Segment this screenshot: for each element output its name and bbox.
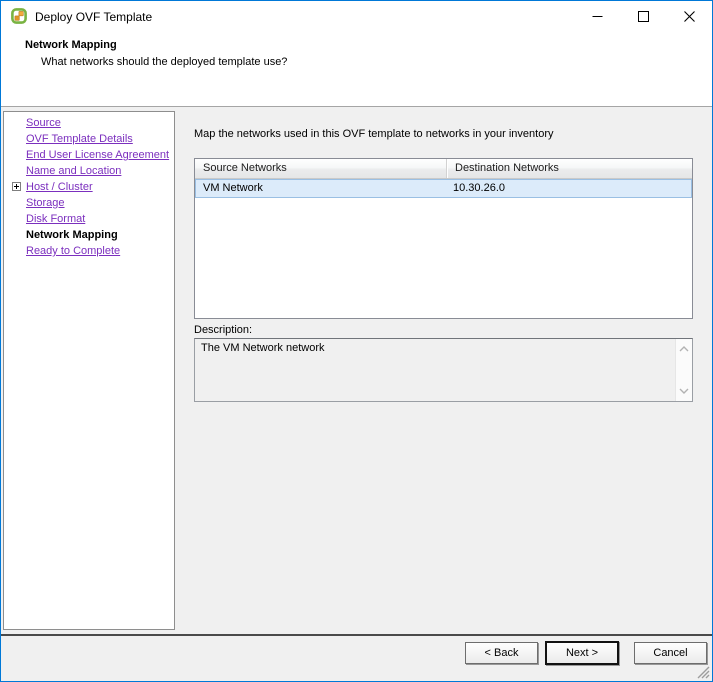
close-button[interactable] bbox=[666, 1, 712, 32]
header-separator bbox=[1, 106, 712, 107]
resize-grip-icon[interactable] bbox=[697, 666, 710, 679]
destination-network-cell: 10.30.26.0 bbox=[453, 182, 505, 194]
wizard-steps-list: Source OVF Template Details End User Lic… bbox=[4, 115, 174, 259]
sidebar-item-label: Host / Cluster bbox=[26, 181, 93, 193]
back-button[interactable]: < Back bbox=[465, 642, 538, 664]
window-title: Deploy OVF Template bbox=[35, 10, 153, 24]
footer-separator bbox=[1, 634, 712, 636]
sidebar-item-network-mapping-current: Network Mapping bbox=[26, 229, 118, 241]
description-scrollbar[interactable] bbox=[675, 339, 692, 401]
description-box[interactable]: The VM Network network bbox=[194, 338, 693, 402]
sidebar-item-ovf-template-details[interactable]: OVF Template Details bbox=[4, 131, 174, 147]
sidebar-item-host-cluster[interactable]: Host / Cluster bbox=[4, 179, 174, 195]
next-button[interactable]: Next > bbox=[545, 641, 619, 665]
sidebar-item-end-user-license-agreement[interactable]: End User License Agreement bbox=[4, 147, 174, 163]
scroll-down-icon[interactable] bbox=[679, 385, 689, 397]
description-text: The VM Network network bbox=[201, 342, 325, 354]
cancel-button[interactable]: Cancel bbox=[634, 642, 707, 664]
network-mapping-table: Source Networks Destination Networks VM … bbox=[194, 158, 693, 319]
sidebar-item-disk-format[interactable]: Disk Format bbox=[4, 211, 174, 227]
source-network-cell: VM Network bbox=[203, 182, 263, 194]
maximize-button[interactable] bbox=[620, 1, 666, 32]
wizard-header: Network Mapping What networks should the… bbox=[1, 32, 712, 106]
window-titlebar[interactable]: Deploy OVF Template bbox=[1, 1, 712, 32]
vsphere-app-icon bbox=[11, 8, 27, 24]
wizard-steps-panel: Source OVF Template Details End User Lic… bbox=[3, 111, 175, 630]
page-title: Network Mapping bbox=[25, 39, 117, 51]
table-row-vm-network[interactable]: VM Network 10.30.26.0 bbox=[195, 179, 692, 198]
sidebar-item-storage[interactable]: Storage bbox=[4, 195, 174, 211]
sidebar-item-ready-to-complete[interactable]: Ready to Complete bbox=[4, 243, 174, 259]
scroll-up-icon[interactable] bbox=[679, 343, 689, 355]
sidebar-item-name-and-location[interactable]: Name and Location bbox=[4, 163, 174, 179]
minimize-button[interactable] bbox=[574, 1, 620, 32]
window-controls bbox=[574, 1, 712, 32]
expand-plus-icon[interactable] bbox=[12, 182, 21, 191]
page-subtitle: What networks should the deployed templa… bbox=[41, 56, 288, 68]
column-header-destination-networks[interactable]: Destination Networks bbox=[446, 159, 692, 178]
minimize-icon bbox=[592, 16, 602, 17]
column-header-source-networks[interactable]: Source Networks bbox=[195, 159, 446, 178]
description-label: Description: bbox=[194, 324, 253, 336]
sidebar-item-source[interactable]: Source bbox=[4, 115, 174, 131]
deploy-ovf-template-window: Deploy OVF Template Network Mapping What… bbox=[0, 0, 713, 682]
close-icon bbox=[683, 11, 695, 22]
table-header-row: Source Networks Destination Networks bbox=[195, 159, 692, 179]
maximize-icon bbox=[637, 11, 649, 22]
mapping-instruction-text: Map the networks used in this OVF templa… bbox=[194, 128, 554, 140]
